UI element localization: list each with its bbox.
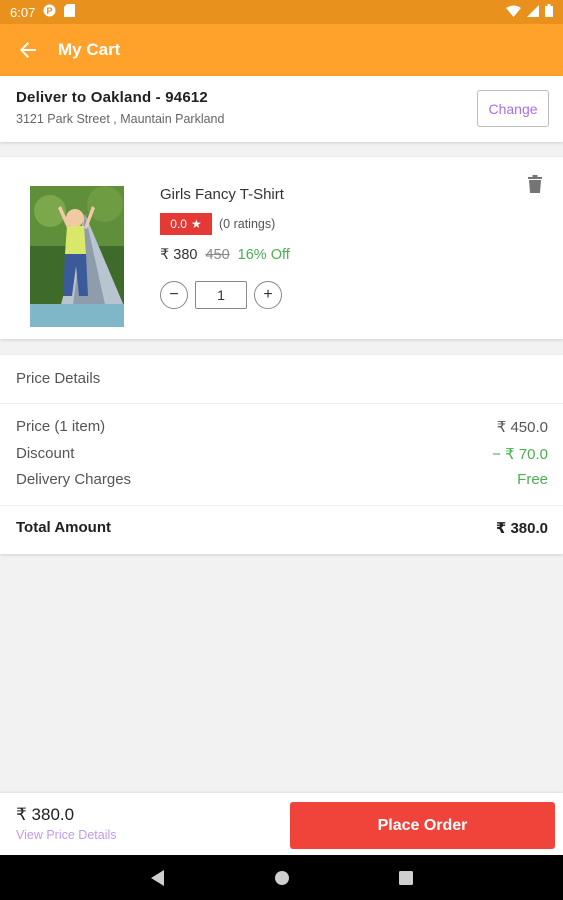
quantity-decrease-button[interactable]: − xyxy=(160,281,188,309)
sd-card-icon xyxy=(64,4,76,20)
checkout-total: ₹ 380.0 xyxy=(16,805,75,824)
delivery-location: Deliver to Oakland - 94612 xyxy=(16,89,208,106)
battery-icon xyxy=(545,4,553,20)
star-icon: ★ xyxy=(190,217,202,231)
svg-text:P: P xyxy=(47,6,53,16)
place-order-button[interactable]: Place Order xyxy=(290,802,555,849)
price-details-title: Price Details xyxy=(16,370,101,387)
view-price-details-link[interactable]: View Price Details xyxy=(16,828,117,842)
divider xyxy=(0,505,563,506)
system-nav-bar xyxy=(0,855,563,900)
change-address-button[interactable]: Change xyxy=(477,90,549,127)
status-time: 6:07 xyxy=(10,4,36,20)
wifi-icon xyxy=(506,5,521,20)
total-amount-row: Total Amount ₹ 380.0 xyxy=(16,519,548,537)
current-price: ₹ 380 xyxy=(160,247,198,263)
divider xyxy=(0,403,563,404)
product-name[interactable]: Girls Fancy T-Shirt xyxy=(160,186,284,203)
price-row: ₹ 380 450 16% Off xyxy=(160,247,290,263)
original-price: 450 xyxy=(205,247,230,263)
quantity-input[interactable]: 1 xyxy=(195,281,247,309)
page-title: My Cart xyxy=(58,40,121,59)
rating-count: (0 ratings) xyxy=(219,217,276,231)
product-image[interactable] xyxy=(30,186,124,327)
discount-value: − ₹ 70.0 xyxy=(492,446,548,463)
checkout-bar: ₹ 380.0 View Price Details Place Order xyxy=(0,793,563,855)
delete-icon[interactable] xyxy=(525,173,545,195)
discount-label: Discount xyxy=(16,445,75,462)
status-bar: 6:07 P xyxy=(0,0,563,24)
total-label: Total Amount xyxy=(16,519,111,536)
nav-recents-icon[interactable] xyxy=(394,866,418,890)
notification-p-icon: P xyxy=(43,4,56,20)
total-value: ₹ 380.0 xyxy=(495,520,548,537)
price-label: Price (1 item) xyxy=(16,418,106,435)
delivery-street: 3121 Park Street , Mauntain Parkland xyxy=(16,112,225,126)
delivery-address-card: Deliver to Oakland - 94612 3121 Park Str… xyxy=(0,76,563,142)
price-value: ₹ 450.0 xyxy=(496,419,548,436)
price-details-card: Price Details Price (1 item) ₹ 450.0 Dis… xyxy=(0,355,563,554)
cart-item-card: Girls Fancy T-Shirt 0.0 ★ (0 ratings) ₹ … xyxy=(0,157,563,339)
discount-row: Discount − ₹ 70.0 xyxy=(16,445,548,463)
delivery-label: Delivery Charges xyxy=(16,471,132,488)
price-row-item: Price (1 item) ₹ 450.0 xyxy=(16,418,548,436)
nav-home-icon[interactable] xyxy=(270,866,294,890)
discount-percent: 16% Off xyxy=(237,247,290,263)
rating-badge: 0.0 ★ xyxy=(160,213,212,235)
delivery-value: Free xyxy=(517,471,548,488)
quantity-increase-button[interactable]: + xyxy=(254,281,282,309)
rating-value: 0.0 xyxy=(170,217,187,231)
delivery-row: Delivery Charges Free xyxy=(16,471,548,488)
app-bar: My Cart xyxy=(0,24,563,76)
signal-icon xyxy=(527,4,539,20)
arrow-back-icon[interactable] xyxy=(16,38,40,62)
nav-back-icon[interactable] xyxy=(146,866,170,890)
